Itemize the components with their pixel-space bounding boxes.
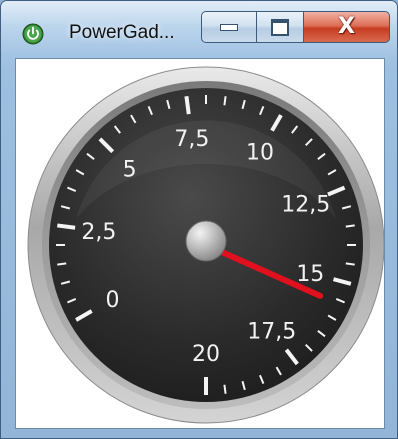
gauge-label: 0 xyxy=(105,288,119,313)
minor-tick xyxy=(223,96,227,106)
maximize-button[interactable] xyxy=(256,11,304,43)
minor-tick xyxy=(57,262,67,266)
gauge-label: 12,5 xyxy=(281,193,330,218)
minor-tick xyxy=(345,224,355,228)
close-icon: X xyxy=(338,14,355,39)
close-button[interactable]: X xyxy=(303,11,390,43)
gauge-label: 10 xyxy=(246,140,274,165)
major-tick xyxy=(57,223,76,230)
app-window: PowerGad... X 0 2,5 5 7,5 10 12,5 15 17,… xyxy=(0,0,398,439)
minor-tick xyxy=(345,262,355,266)
minimize-button[interactable] xyxy=(201,11,257,43)
gauge-label: 5 xyxy=(123,158,137,183)
gauge-label: 7,5 xyxy=(174,127,209,152)
gauge-panel: 0 2,5 5 7,5 10 12,5 15 17,5 20 xyxy=(15,58,385,429)
gauge-hub xyxy=(185,220,227,262)
gauge-label: 2,5 xyxy=(81,220,116,245)
gauge-label: 17,5 xyxy=(247,320,296,345)
gauge: 0 2,5 5 7,5 10 12,5 15 17,5 20 xyxy=(27,66,384,424)
gauge-label: 15 xyxy=(296,262,324,287)
maximize-icon xyxy=(271,18,289,36)
title-bar[interactable]: PowerGad... X xyxy=(1,1,397,57)
major-tick xyxy=(184,96,191,115)
minor-tick xyxy=(223,384,227,394)
window-title: PowerGad... xyxy=(69,22,175,43)
gauge-label: 20 xyxy=(192,342,220,367)
minimize-icon xyxy=(220,23,238,31)
power-icon xyxy=(22,23,44,45)
